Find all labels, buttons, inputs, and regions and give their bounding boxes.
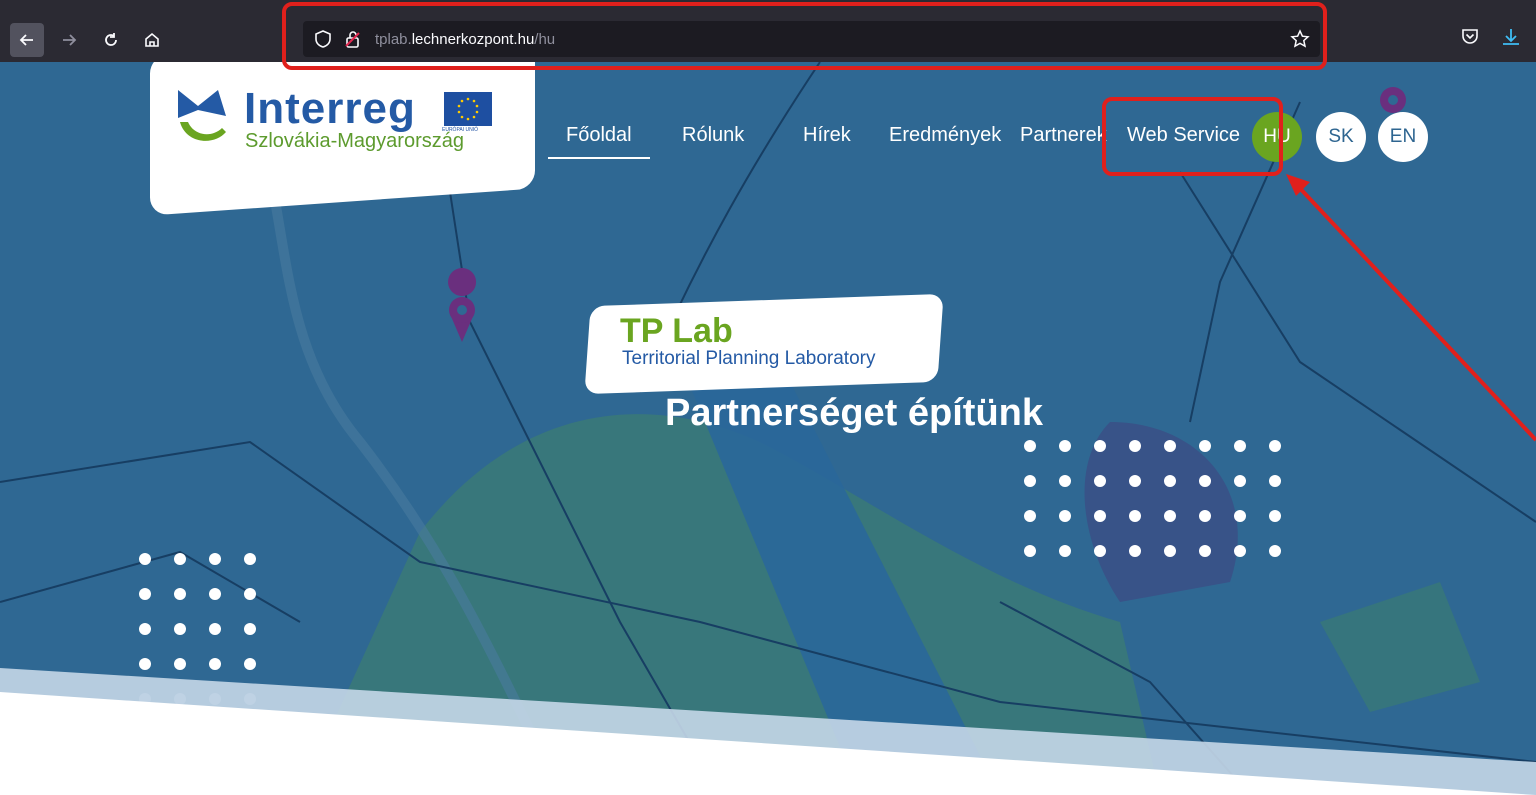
logo-subtitle: Szlovákia-Magyarország — [245, 130, 464, 152]
url-host-prefix: tplab. — [375, 31, 412, 48]
arrow-right-icon — [63, 34, 77, 46]
nav-about[interactable]: Rólunk — [682, 124, 744, 147]
hero-tagline: Partnerséget építünk — [665, 392, 1043, 434]
nav-results[interactable]: Eredmények — [889, 124, 1001, 147]
url-path: /hu — [534, 31, 556, 48]
bookmark-star-icon[interactable] — [1290, 29, 1310, 49]
arrow-left-icon — [19, 34, 33, 46]
lock-icon[interactable] — [343, 29, 363, 49]
reload-icon — [105, 33, 117, 46]
hero-section: Interreg Szlovákia-Magyarország EURÓPAI … — [0, 62, 1536, 795]
home-button[interactable] — [135, 23, 169, 57]
interreg-mark-icon — [178, 90, 226, 141]
pocket-icon[interactable] — [1460, 26, 1480, 46]
reload-button[interactable] — [94, 23, 128, 57]
url-text[interactable]: tplab.lechnerkozpont.hu/hu — [375, 31, 555, 48]
shield-icon[interactable] — [313, 29, 333, 49]
eu-flag-icon — [444, 92, 492, 126]
url-host-main: lechnerkozpont.hu — [411, 31, 535, 48]
tp-lab-title: TP Lab — [620, 312, 733, 350]
eu-caption: EURÓPAI UNIÓ — [442, 127, 479, 133]
forward-button[interactable] — [52, 23, 86, 57]
nav-partners[interactable]: Partnerek — [1020, 124, 1112, 147]
site-logo[interactable]: Interreg Szlovákia-Magyarország EURÓPAI … — [176, 84, 506, 164]
browser-toolbar: tplab.lechnerkozpont.hu/hu — [0, 0, 1536, 62]
nav-news[interactable]: Hírek — [803, 124, 851, 147]
nav-web-service[interactable]: Web Service — [1127, 124, 1240, 147]
nav-home[interactable]: Főoldal — [548, 124, 650, 159]
url-bar[interactable]: tplab.lechnerkozpont.hu/hu — [303, 21, 1320, 57]
lang-en-button[interactable]: EN — [1378, 112, 1428, 162]
back-button[interactable] — [10, 23, 44, 57]
logo-wordmark: Interreg — [244, 84, 416, 133]
home-icon — [145, 32, 159, 47]
lang-sk-button[interactable]: SK — [1316, 112, 1366, 162]
lang-hu-button[interactable]: HU — [1252, 112, 1302, 162]
download-icon[interactable] — [1500, 26, 1522, 48]
tp-lab-subtitle: Territorial Planning Laboratory — [622, 348, 876, 369]
